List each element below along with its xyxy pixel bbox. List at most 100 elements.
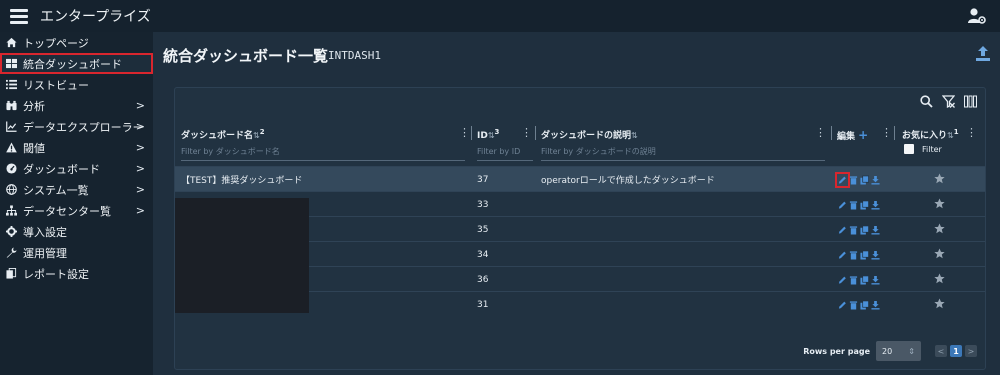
sort-icon[interactable]: ⇅ [631,131,638,140]
column-settings-icon[interactable] [964,95,977,108]
download-icon[interactable] [871,225,880,235]
copy-icon[interactable] [860,175,869,185]
copy-icon[interactable] [860,300,869,310]
sidebar-item-7[interactable]: システム一覧 > [0,179,153,200]
trash-icon[interactable] [849,250,858,260]
edit-pencil-icon[interactable] [838,225,847,235]
column-header-description[interactable]: ダッシュボードの説明⇅ ⋮ [541,124,831,164]
chevron-right-icon: > [135,204,145,217]
column-header-favorite[interactable]: お気に入り⇅1 ⋮ Filter [902,124,982,164]
sort-order-badge: 1 [953,128,959,136]
cell-id: 31 [477,299,489,310]
sidebar-item-0[interactable]: トップページ [0,32,153,53]
favorite-star-icon[interactable] [934,198,945,209]
table-row[interactable]: 【TEST】推奨ダッシュボード 37 operatorロールで作成したダッシュボード [175,166,985,191]
trash-icon[interactable] [849,200,858,210]
sidebar-item-label: 運用管理 [23,246,67,260]
download-icon[interactable] [871,275,880,285]
select-arrows-icon: ⇕ [908,346,915,356]
favorite-star-icon[interactable] [934,173,945,184]
pagination: Rows per page 20 ⇕ < 1 > [803,341,977,361]
clear-filter-icon[interactable] [942,95,955,108]
trash-icon[interactable] [849,225,858,235]
column-header-id[interactable]: ID⇅3 ⋮ [477,124,537,164]
favorite-star-icon[interactable] [934,273,945,284]
favorite-filter: Filter [904,144,942,154]
favorite-star-icon[interactable] [934,223,945,234]
prev-page-button[interactable]: < [935,345,947,357]
cell-id: 33 [477,199,489,210]
cell-description [541,292,831,317]
copy-icon[interactable] [860,250,869,260]
sidebar-item-11[interactable]: レポート設定 [0,263,153,284]
sidebar-item-8[interactable]: データセンター覧 > [0,200,153,221]
trash-icon[interactable] [849,300,858,310]
filter-input-id[interactable] [477,145,533,161]
column-header-name[interactable]: ダッシュボード名⇅2 ⋮ [181,124,471,164]
edit-pencil-icon[interactable] [838,275,847,285]
row-actions [838,292,880,317]
column-divider [535,126,536,140]
trash-icon[interactable] [849,175,858,185]
column-menu-icon[interactable]: ⋮ [459,126,470,139]
edit-pencil-icon[interactable] [838,300,847,310]
hamburger-menu-icon[interactable] [10,9,28,24]
column-menu-icon[interactable]: ⋮ [521,126,532,139]
page-1-button[interactable]: 1 [950,345,962,357]
next-page-button[interactable]: > [965,345,977,357]
column-divider [471,126,472,140]
column-menu-icon[interactable]: ⋮ [881,126,892,139]
sidebar-item-9[interactable]: 導入設定 [0,221,153,242]
sidebar-item-3[interactable]: 分析 > [0,95,153,116]
upload-icon[interactable] [976,45,990,61]
filter-input-description[interactable] [541,145,825,161]
download-icon[interactable] [871,300,880,310]
sidebar-item-2[interactable]: リストビュー [0,74,153,95]
binoculars-icon [5,100,17,112]
sidebar-item-1[interactable]: 統合ダッシュボード [0,53,153,74]
download-icon[interactable] [871,175,880,185]
cell-description [541,267,831,292]
copy-icon[interactable] [860,200,869,210]
gauge-icon [5,163,17,175]
column-label-edit: 編集 [837,132,856,142]
favorite-star-icon[interactable] [934,248,945,259]
edit-pencil-icon[interactable] [838,200,847,210]
favorite-filter-checkbox[interactable] [904,144,914,154]
cell-id: 37 [477,174,489,185]
table-toolbar [920,95,977,108]
sidebar-item-10[interactable]: 運用管理 [0,242,153,263]
download-icon[interactable] [871,250,880,260]
sidebar-item-4[interactable]: データエクスプローラー > [0,116,153,137]
sort-icon[interactable]: ⇅ [947,131,954,140]
edit-pencil-icon[interactable] [838,250,847,260]
line-chart-icon [5,121,17,133]
column-header-edit: 編集 + ⋮ [837,124,897,164]
sort-icon[interactable]: ⇅ [488,131,495,140]
edit-pencil-icon[interactable] [835,171,850,188]
gear-icon [5,226,17,238]
column-menu-icon[interactable]: ⋮ [815,126,826,139]
rows-per-page-label: Rows per page [803,346,870,356]
favorite-star-icon[interactable] [934,298,945,309]
download-icon[interactable] [871,200,880,210]
copy-icon[interactable] [860,225,869,235]
cell-description [541,192,831,217]
cell-id: 34 [477,249,489,260]
search-icon[interactable] [920,95,933,108]
filter-input-name[interactable] [181,145,465,161]
add-dashboard-icon[interactable]: + [858,128,868,142]
trash-icon[interactable] [849,275,858,285]
sidebar-item-label: 分析 [23,99,45,113]
copy-icon[interactable] [860,275,869,285]
wrench-icon [5,247,17,259]
user-settings-icon[interactable] [968,8,986,24]
rows-per-page-select[interactable]: 20 ⇕ [876,341,921,361]
sidebar-item-6[interactable]: ダッシュボード > [0,158,153,179]
sidebar-item-label: トップページ [23,36,89,50]
column-menu-icon[interactable]: ⋮ [966,126,977,139]
sidebar-item-5[interactable]: 閾値 > [0,137,153,158]
sort-icon[interactable]: ⇅ [253,131,260,140]
sort-order-badge: 2 [259,128,265,136]
rows-per-page-value: 20 [882,346,893,356]
